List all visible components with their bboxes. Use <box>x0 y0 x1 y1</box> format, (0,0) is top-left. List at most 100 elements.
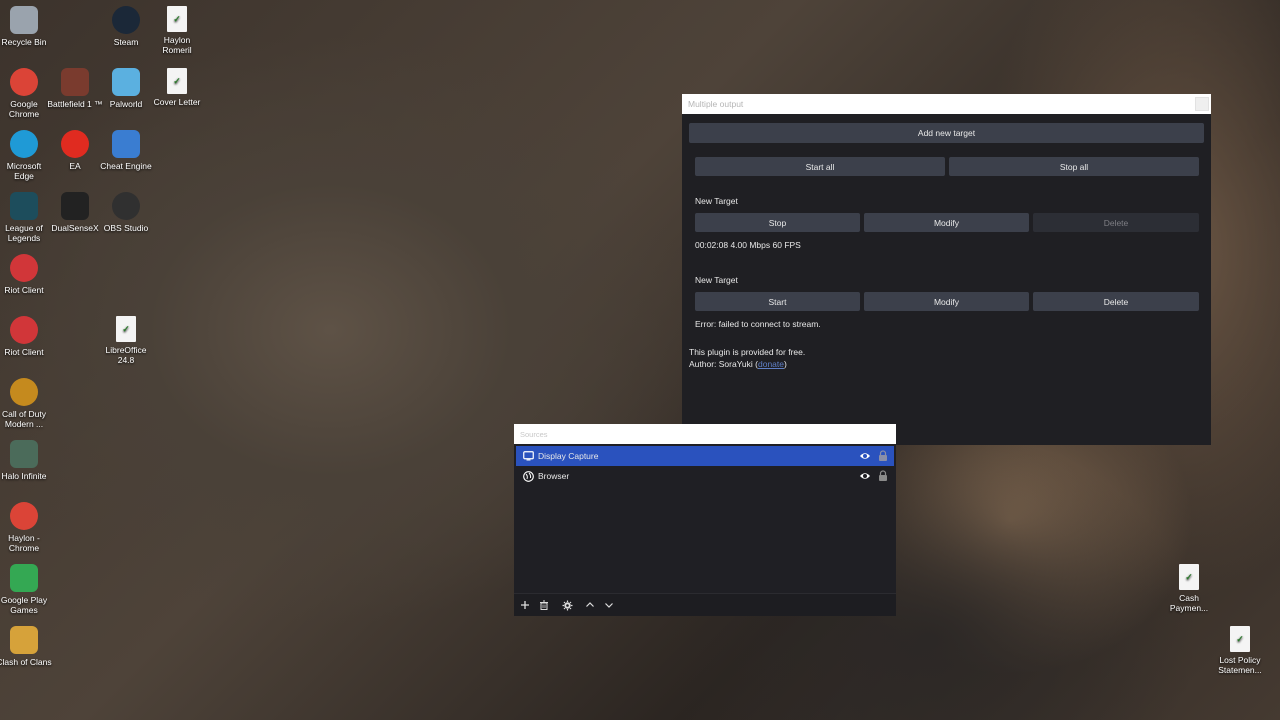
move-source-down-button[interactable] <box>602 598 616 612</box>
sources-toolbar <box>514 593 896 616</box>
desktop-icon[interactable]: Riot Client <box>0 316 52 357</box>
sources-title: Sources <box>514 424 896 444</box>
desktop-icon[interactable]: OBS Studio <box>98 192 154 233</box>
clash-icon <box>10 626 38 654</box>
source-label: Browser <box>538 471 570 481</box>
delete-target-button[interactable]: Delete <box>1033 213 1199 232</box>
desktop-icon[interactable]: Clash of Clans <box>0 626 52 667</box>
cod-icon <box>10 378 38 406</box>
globe-icon <box>522 470 534 482</box>
desktop-icon-label: Google Chrome <box>8 99 40 119</box>
delete-target-button[interactable]: Delete <box>1033 292 1199 311</box>
target-error: Error: failed to connect to stream. <box>695 319 821 329</box>
recycle-bin-icon <box>10 6 38 34</box>
riot-icon <box>10 316 38 344</box>
desktop-icon[interactable]: DualSenseX <box>47 192 103 233</box>
cheat-engine-icon <box>112 130 140 158</box>
stop-target-button[interactable]: Stop <box>695 213 860 232</box>
move-source-up-button[interactable] <box>583 598 597 612</box>
desktop-icon[interactable]: Battlefield 1 ™ <box>47 68 103 109</box>
desktop-icon-label: Clash of Clans <box>0 657 52 667</box>
desktop-icon[interactable]: ✓ Cash Paymen... <box>1161 564 1217 613</box>
source-item-display-capture[interactable]: Display Capture <box>516 446 894 466</box>
desktop-icon-label: LibreOffice 24.8 <box>105 345 147 365</box>
desktop-icon-label: Haylon - Chrome <box>8 533 40 553</box>
desktop-icon-label: Google Play Games <box>0 595 48 615</box>
desktop-icon[interactable]: Riot Client <box>0 254 52 295</box>
remove-source-button[interactable] <box>537 598 551 612</box>
target-name: New Target <box>695 275 738 285</box>
modify-target-button[interactable]: Modify <box>864 213 1029 232</box>
target-status: 00:02:08 4.00 Mbps 60 FPS <box>695 240 801 250</box>
desktop-icon-label: Steam <box>113 37 139 47</box>
desktop-icon-label: Battlefield 1 ™ <box>47 99 103 109</box>
monitor-icon <box>522 450 534 462</box>
plus-icon <box>521 601 529 609</box>
desktop-icon[interactable]: Haylon - Chrome <box>0 502 52 553</box>
sources-list: Display Capture Browser <box>516 446 894 486</box>
author-close-paren: ) <box>783 359 787 369</box>
play-games-icon <box>10 564 38 592</box>
desktop-icon[interactable]: Call of Duty Modern ... <box>0 378 52 429</box>
desktop-icon[interactable]: Recycle Bin <box>0 6 52 47</box>
desktop-icon[interactable]: ✓ Lost Policy Statemen... <box>1212 626 1268 675</box>
source-item-browser[interactable]: Browser <box>516 466 894 486</box>
chrome-icon <box>10 502 38 530</box>
halo-icon <box>10 440 38 468</box>
add-new-target-button[interactable]: Add new target <box>689 123 1204 143</box>
source-properties-button[interactable] <box>560 598 574 612</box>
source-label: Display Capture <box>538 451 599 461</box>
desktop-icon-label: League of Legends <box>5 223 43 243</box>
ea-icon <box>61 130 89 158</box>
desktop-icon-label: Palworld <box>109 99 143 109</box>
document-icon: ✓ <box>167 68 187 94</box>
author-line: Author: SoraYuki (donate) <box>689 359 787 369</box>
start-target-button[interactable]: Start <box>695 292 860 311</box>
donate-link[interactable]: donate <box>758 359 784 369</box>
desktop-icon-label: Halo Infinite <box>1 471 47 481</box>
desktop-icon-label: Riot Client <box>4 285 44 295</box>
lock-icon[interactable] <box>878 450 888 462</box>
desktop-icon[interactable]: ✓ LibreOffice 24.8 <box>98 316 154 365</box>
add-source-button[interactable] <box>518 598 532 612</box>
desktop-icon[interactable]: Halo Infinite <box>0 440 52 481</box>
document-icon: ✓ <box>1179 564 1199 590</box>
desktop-icon[interactable]: Google Chrome <box>0 68 52 119</box>
chrome-icon <box>10 68 38 96</box>
desktop-icon[interactable]: ✓ Haylon Romeril <box>149 6 205 55</box>
riot-icon <box>10 254 38 282</box>
chevron-up-icon <box>586 602 594 607</box>
desktop-icon[interactable]: ✓ Cover Letter <box>149 68 205 107</box>
stop-all-button[interactable]: Stop all <box>949 157 1199 176</box>
desktop-icon-label: OBS Studio <box>103 223 149 233</box>
desktop-icon[interactable]: Steam <box>98 6 154 47</box>
desktop-icon[interactable]: Palworld <box>98 68 154 109</box>
close-button[interactable] <box>1195 97 1209 111</box>
desktop-icon-label: Recycle Bin <box>1 37 47 47</box>
desktop-icon[interactable]: League of Legends <box>0 192 52 243</box>
multiple-output-window: Multiple output Add new target Start all… <box>682 94 1211 445</box>
desktop-icon[interactable]: EA <box>47 130 103 171</box>
desktop-icon[interactable]: Google Play Games <box>0 564 52 615</box>
document-icon: ✓ <box>167 6 187 32</box>
desktop-icon-label: Cover Letter <box>153 97 201 107</box>
obs-icon <box>112 192 140 220</box>
desktop-icon-label: DualSenseX <box>51 223 99 233</box>
start-all-button[interactable]: Start all <box>695 157 945 176</box>
eye-icon[interactable] <box>859 470 871 482</box>
edge-icon <box>10 130 38 158</box>
multiple-output-titlebar[interactable]: Multiple output <box>682 94 1211 114</box>
desktop-icon-label: EA <box>69 161 81 171</box>
palworld-icon <box>112 68 140 96</box>
desktop-icon-label: Cash Paymen... <box>1169 593 1209 613</box>
steam-icon <box>112 6 140 34</box>
desktop-icon[interactable]: Cheat Engine <box>98 130 154 171</box>
document-icon: ✓ <box>1230 626 1250 652</box>
desktop-icon[interactable]: Microsoft Edge <box>0 130 52 181</box>
modify-target-button[interactable]: Modify <box>864 292 1029 311</box>
trash-icon <box>540 600 548 610</box>
lock-icon[interactable] <box>878 470 888 482</box>
eye-icon[interactable] <box>859 450 871 462</box>
dualsensex-icon <box>61 192 89 220</box>
window-title: Multiple output <box>688 99 744 109</box>
